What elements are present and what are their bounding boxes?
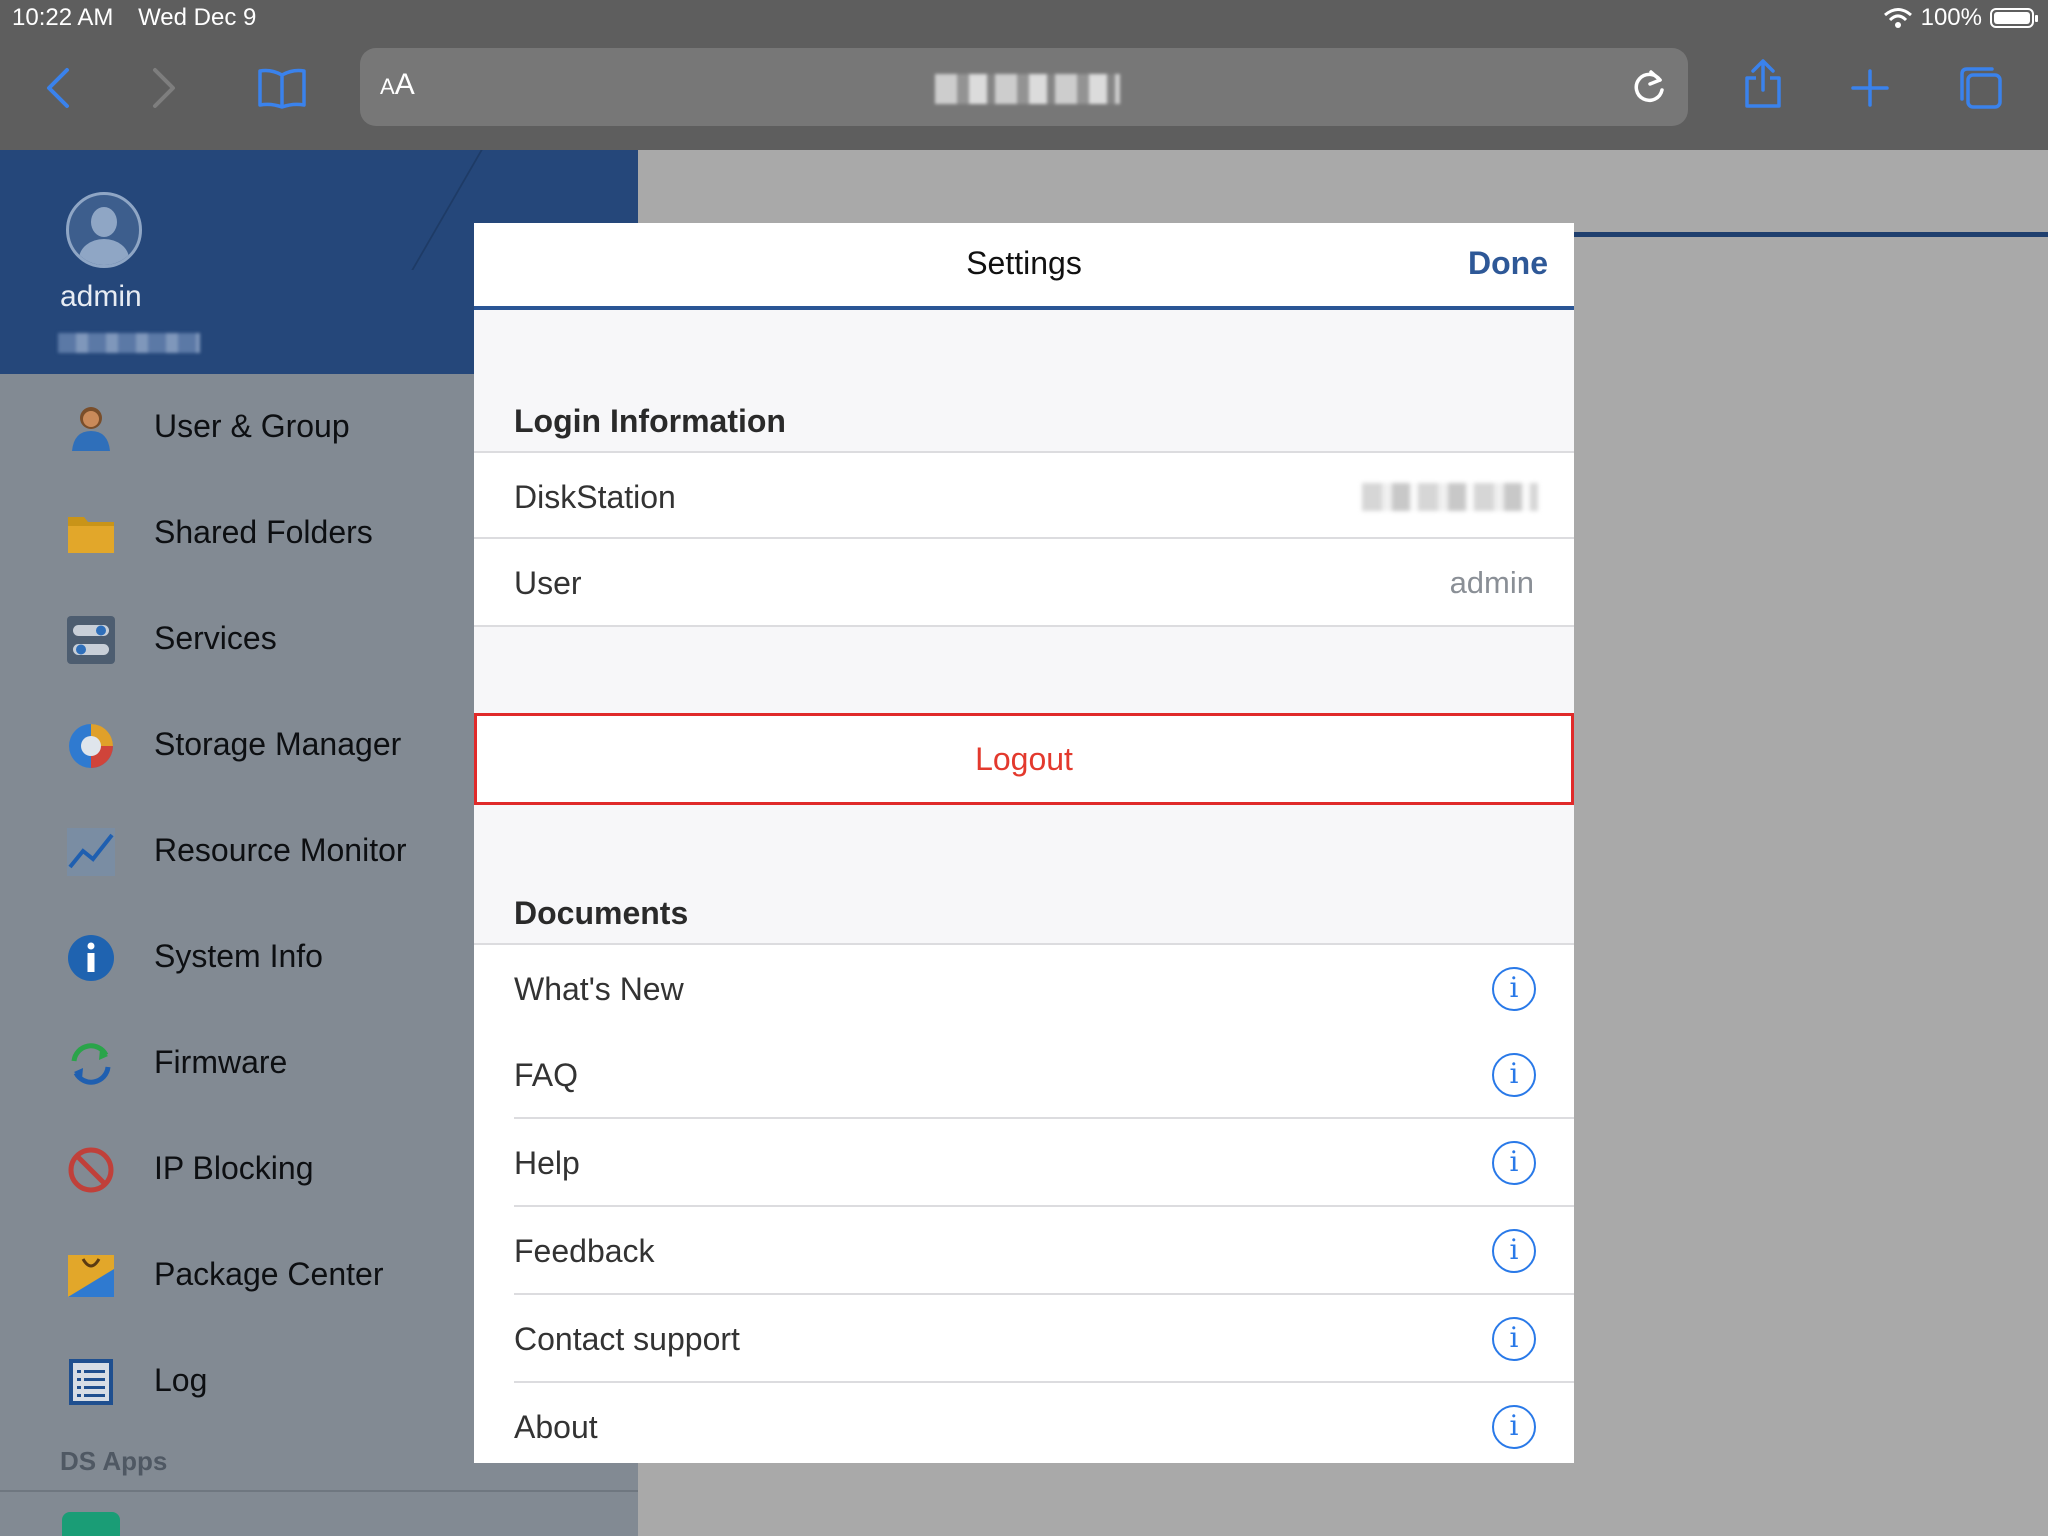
document-label: Help xyxy=(514,1145,580,1181)
share-icon xyxy=(1745,59,1781,108)
info-icon[interactable]: i xyxy=(1492,1317,1536,1361)
aa-large: A xyxy=(394,68,415,101)
firmware-icon xyxy=(71,1043,111,1085)
sidebar-item-label: Services xyxy=(154,620,277,656)
tabs-button[interactable] xyxy=(1955,62,2005,114)
user-row: User admin xyxy=(474,539,1574,627)
done-button[interactable]: Done xyxy=(1468,245,1548,282)
content-header-stripe xyxy=(1574,232,2048,237)
sidebar-item-label: Log xyxy=(154,1362,208,1398)
document-row-about[interactable]: About i xyxy=(474,1383,1574,1463)
status-bar-left: 10:22 AM Wed Dec 9 xyxy=(12,4,274,32)
back-icon xyxy=(47,68,69,108)
user-group-icon xyxy=(72,407,110,451)
ds-app-icon[interactable] xyxy=(62,1512,120,1536)
diskstation-label: DiskStation xyxy=(514,479,676,515)
info-icon[interactable]: i xyxy=(1492,1053,1536,1097)
sidebar-item-label: System Info xyxy=(154,938,323,974)
sidebar-item-label: Storage Manager xyxy=(154,726,402,762)
package-center-icon xyxy=(68,1255,114,1297)
settings-dialog: Settings Done Login Information DiskStat… xyxy=(474,223,1574,1463)
info-icon xyxy=(68,935,114,981)
info-icon[interactable]: i xyxy=(1492,1141,1536,1185)
wifi-icon xyxy=(1883,8,1912,28)
share-button[interactable] xyxy=(1740,58,1786,110)
tabs-icon xyxy=(1960,67,2002,109)
document-label: What's New xyxy=(514,971,684,1007)
logout-button[interactable]: Logout xyxy=(474,713,1574,805)
document-row-whats-new[interactable]: What's New i xyxy=(474,943,1574,1033)
diskstation-value-redacted xyxy=(1362,483,1538,511)
document-row-faq[interactable]: FAQ i xyxy=(474,1031,1574,1119)
document-row-feedback[interactable]: Feedback i xyxy=(474,1207,1574,1295)
ip-blocking-icon xyxy=(68,1147,114,1193)
status-date: Wed Dec 9 xyxy=(138,4,257,31)
folder-icon xyxy=(68,517,114,553)
document-label: Contact support xyxy=(514,1321,740,1357)
documents-heading: Documents xyxy=(514,895,689,931)
sidebar-section-ds-apps: DS Apps xyxy=(60,1446,168,1476)
user-label: User xyxy=(514,565,582,601)
sidebar-item-label: Shared Folders xyxy=(154,514,373,550)
document-label: FAQ xyxy=(514,1057,579,1093)
battery-icon xyxy=(1990,8,2038,28)
services-icon xyxy=(67,616,115,664)
browser-chrome: 10:22 AM Wed Dec 9 100% AA xyxy=(0,0,2048,150)
login-information-heading: Login Information xyxy=(514,403,786,439)
status-time: 10:22 AM xyxy=(12,4,114,31)
avatar[interactable] xyxy=(66,192,142,268)
log-icon xyxy=(69,1359,113,1405)
sidebar-item-label: IP Blocking xyxy=(154,1150,314,1186)
reload-button[interactable] xyxy=(1632,66,1668,111)
info-icon[interactable]: i xyxy=(1492,1405,1536,1449)
forward-icon xyxy=(153,68,175,108)
reader-options-button[interactable]: AA xyxy=(380,68,415,102)
bookmarks-button[interactable] xyxy=(254,62,310,114)
address-bar[interactable]: AA xyxy=(360,48,1688,126)
new-tab-button[interactable] xyxy=(1850,62,1890,114)
storage-icon xyxy=(69,724,113,768)
divider xyxy=(0,1490,638,1492)
battery-percent: 100% xyxy=(1920,4,1982,31)
sidebar-item-label: Package Center xyxy=(154,1256,384,1292)
settings-header: Settings Done xyxy=(474,223,1574,310)
sidebar-user-subtitle-redacted xyxy=(58,333,200,353)
settings-title: Settings xyxy=(966,245,1082,281)
reload-icon xyxy=(1634,70,1664,103)
aa-small: A xyxy=(380,74,395,99)
url-text-redacted xyxy=(935,74,1120,104)
resource-monitor-icon xyxy=(67,828,115,876)
document-row-help[interactable]: Help i xyxy=(474,1119,1574,1207)
sidebar-user-name: admin xyxy=(60,280,142,313)
back-button[interactable] xyxy=(38,62,78,114)
new-tab-icon xyxy=(1851,69,1889,107)
user-value: admin xyxy=(1449,565,1534,600)
info-icon[interactable]: i xyxy=(1492,1229,1536,1273)
document-label: Feedback xyxy=(514,1233,655,1269)
sidebar-item-label: Resource Monitor xyxy=(154,832,407,868)
document-label: About xyxy=(514,1409,598,1445)
bookmarks-icon xyxy=(258,68,306,109)
sidebar-item-label: Firmware xyxy=(154,1044,288,1080)
status-bar-right: 100% xyxy=(1883,4,2038,32)
document-row-contact-support[interactable]: Contact support i xyxy=(474,1295,1574,1383)
info-icon[interactable]: i xyxy=(1492,967,1536,1011)
forward-button[interactable] xyxy=(144,62,184,114)
diskstation-row: DiskStation xyxy=(474,451,1574,539)
sidebar-item-label: User & Group xyxy=(154,408,350,444)
